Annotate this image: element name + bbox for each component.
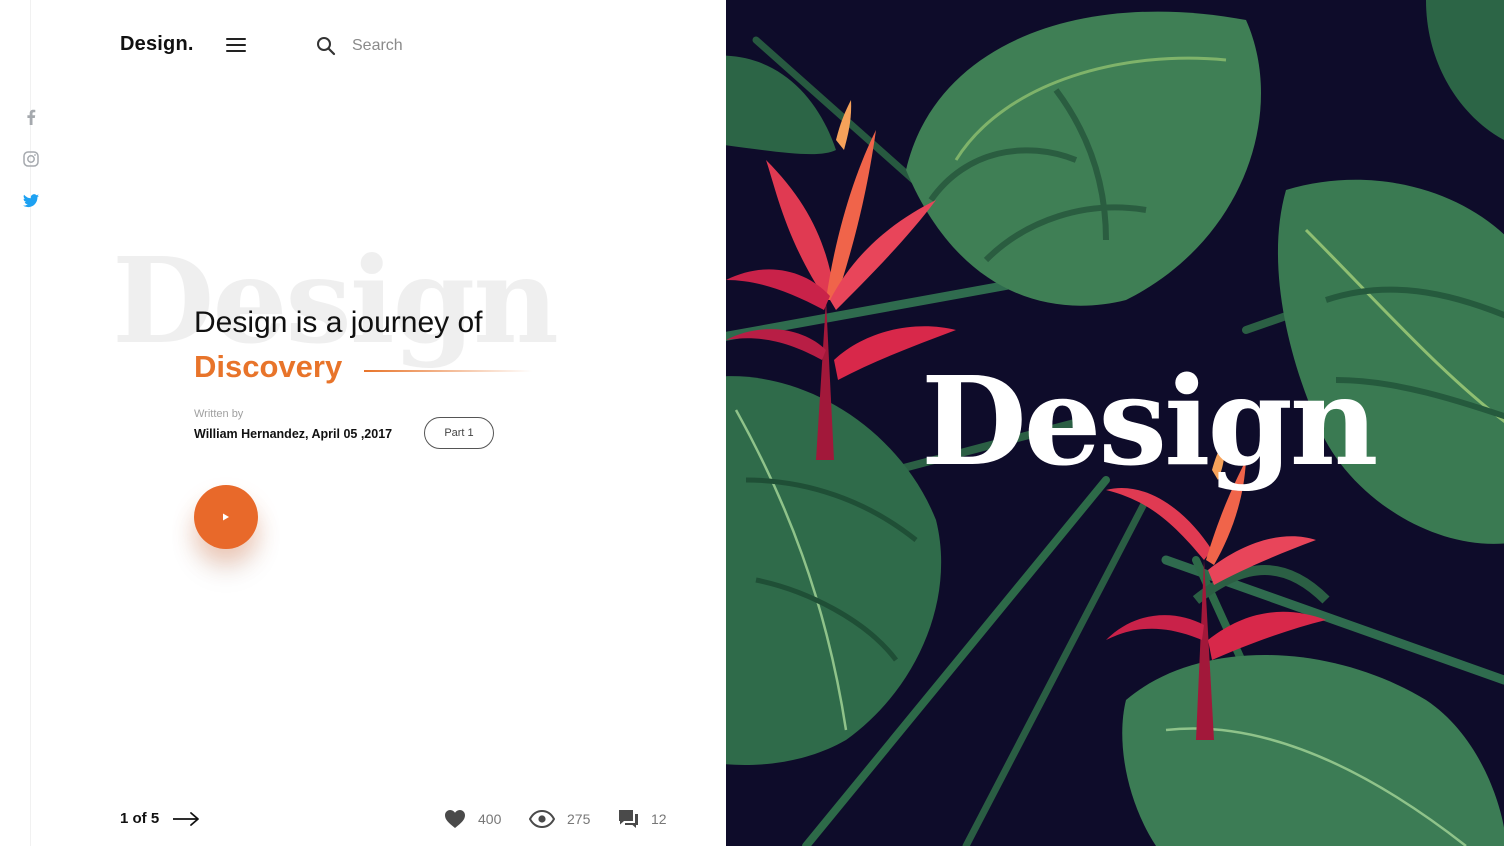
eye-icon bbox=[529, 810, 555, 828]
headline-line-1: Design is a journey of bbox=[194, 306, 483, 339]
hero-title: Design bbox=[921, 349, 1378, 493]
comment-icon bbox=[619, 810, 638, 828]
social-rail bbox=[0, 0, 31, 846]
author-date: William Hernandez, April 05 ,2017 bbox=[194, 427, 393, 441]
play-button[interactable] bbox=[194, 485, 258, 549]
arrow-right-icon[interactable] bbox=[172, 810, 200, 828]
headline-line-2: Discovery bbox=[194, 349, 343, 384]
comments-stat[interactable]: 12 bbox=[617, 808, 667, 830]
instagram-icon[interactable] bbox=[22, 150, 40, 168]
views-stat[interactable]: 275 bbox=[529, 808, 590, 830]
accent-divider bbox=[364, 370, 532, 372]
hamburger-menu-icon[interactable] bbox=[226, 37, 248, 55]
search-input[interactable] bbox=[344, 33, 552, 59]
play-icon bbox=[223, 513, 229, 521]
part-button[interactable]: Part 1 bbox=[424, 417, 494, 449]
likes-stat[interactable]: 400 bbox=[444, 808, 501, 830]
pager-label: 1 of 5 bbox=[120, 810, 160, 827]
facebook-icon[interactable] bbox=[22, 108, 40, 126]
heart-icon bbox=[445, 810, 465, 828]
likes-count: 400 bbox=[478, 811, 502, 827]
search-icon[interactable] bbox=[315, 35, 337, 57]
twitter-icon[interactable] bbox=[22, 192, 40, 210]
written-by-label: Written by bbox=[194, 408, 244, 420]
ghost-background-word: Design bbox=[112, 231, 559, 370]
brand-logo[interactable]: Design. bbox=[120, 33, 194, 56]
views-count: 275 bbox=[567, 811, 591, 827]
hero-image: Design bbox=[726, 0, 1504, 846]
comments-count: 12 bbox=[651, 811, 667, 827]
content-panel: Design. Design Design is a journey of Di… bbox=[0, 0, 726, 846]
